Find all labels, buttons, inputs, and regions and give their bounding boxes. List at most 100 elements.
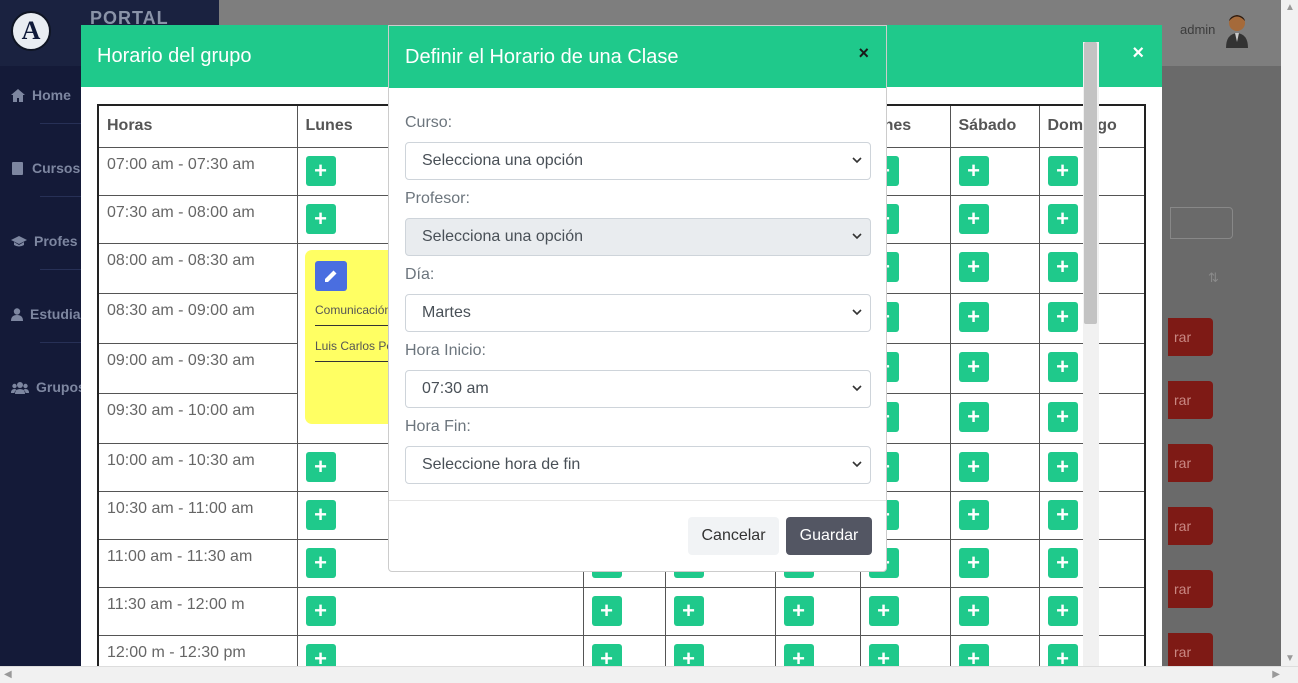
add-class-button[interactable]: + [958,351,989,382]
time-slot: 12:00 m - 12:30 pm [97,634,298,666]
add-class-button[interactable]: + [1047,595,1078,626]
add-class-button[interactable]: + [958,547,989,578]
add-class-button[interactable]: + [305,499,336,530]
add-class-button[interactable]: + [305,451,336,482]
profesor-select[interactable]: Selecciona una opción [405,218,871,256]
sidebar-item-cursos[interactable]: Cursos [11,160,80,176]
add-class-button[interactable]: + [958,155,989,186]
add-class-button[interactable]: + [1047,643,1078,666]
add-class-button[interactable]: + [958,643,989,666]
add-class-button[interactable]: + [958,301,989,332]
add-class-button[interactable]: + [1047,301,1078,332]
sidebar-item-home[interactable]: Home [11,87,71,103]
cell: + [949,490,1040,540]
add-class-button[interactable]: + [783,595,814,626]
dia-value: Martes [422,304,471,321]
chevron-down-icon [852,157,862,164]
add-class-button[interactable]: + [958,451,989,482]
close-icon[interactable]: × [858,43,869,64]
add-class-button[interactable]: + [305,547,336,578]
add-class-button[interactable]: + [958,595,989,626]
cell: + [949,586,1040,636]
add-class-button[interactable]: + [1047,351,1078,382]
delete-button[interactable]: rar [1168,381,1213,419]
curso-select[interactable]: Selecciona una opción [405,142,871,180]
add-class-button[interactable]: + [1047,547,1078,578]
add-class-button[interactable]: + [591,595,622,626]
add-class-button[interactable]: + [1047,401,1078,432]
chevron-down-icon [852,309,862,316]
schedule-modal-title: Horario del grupo [97,45,252,67]
sort-icon[interactable]: ⇅ [1208,270,1219,286]
chevron-down-icon [852,461,862,468]
add-class-button[interactable]: + [1047,155,1078,186]
add-class-button[interactable]: + [305,643,336,666]
hora-inicio-select[interactable]: 07:30 am [405,370,871,408]
sidebar-item-estudiantes[interactable]: Estudia [11,306,81,322]
cell: + [949,292,1040,344]
scroll-right-icon[interactable]: ▶ [1272,669,1280,680]
sidebar-item-grupos[interactable]: Grupos [11,379,86,395]
sidebar-item-label: Grupos [36,379,86,395]
page-scrollbar-vertical[interactable]: ▲ ▼ [1281,0,1298,666]
add-class-button[interactable]: + [958,499,989,530]
add-class-button[interactable]: + [591,643,622,666]
chevron-down-icon [852,385,862,392]
column-header: Sábado [949,104,1040,148]
curso-value: Selecciona una opción [422,152,584,169]
delete-button[interactable]: rar [1168,318,1213,356]
add-class-button[interactable]: + [1047,203,1078,234]
add-class-button[interactable]: + [1047,451,1078,482]
scroll-left-icon[interactable]: ◀ [4,669,12,680]
delete-button[interactable]: rar [1168,444,1213,482]
sidebar-item-label: Cursos [32,160,81,176]
sidebar-item-profesores[interactable]: Profes [11,233,78,249]
search-input[interactable] [1170,207,1233,239]
add-class-button[interactable]: + [958,401,989,432]
sidebar-item-label: Estudia [30,306,81,322]
page-scrollbar-horizontal[interactable]: ◀ ▶ [0,666,1298,683]
time-slot: 11:00 am - 11:30 am [97,538,298,588]
edit-class-button[interactable] [315,261,347,291]
hora-inicio-value: 07:30 am [422,380,489,397]
avatar[interactable] [1224,12,1250,48]
add-class-button[interactable]: + [305,155,336,186]
add-class-button[interactable]: + [958,251,989,282]
cell: + [949,146,1040,196]
add-class-button[interactable]: + [868,595,899,626]
hora-fin-select[interactable]: Seleccione hora de fin [405,446,871,484]
close-icon[interactable]: × [1132,42,1144,65]
add-class-button[interactable]: + [868,643,899,666]
dia-select[interactable]: Martes [405,294,871,332]
cell: + [774,586,861,636]
home-icon [11,88,25,102]
cell: + [296,634,584,666]
cell: + [664,586,776,636]
sidebar-item-label: Home [32,87,71,103]
delete-button[interactable]: rar [1168,507,1213,545]
time-slot: 08:00 am - 08:30 am [97,242,298,294]
add-class-button[interactable]: + [305,595,336,626]
brand-logo[interactable]: A [11,11,51,51]
add-class-button[interactable]: + [305,203,336,234]
add-class-button[interactable]: + [673,595,704,626]
add-class-button[interactable]: + [1047,499,1078,530]
user-icon [11,307,23,321]
curso-label: Curso: [405,114,453,131]
add-class-button[interactable]: + [673,643,704,666]
scroll-up-icon[interactable]: ▲ [1285,2,1295,13]
cancel-button[interactable]: Cancelar [688,517,779,555]
cell: + [949,392,1040,444]
save-button[interactable]: Guardar [786,517,872,555]
cell: + [949,538,1040,588]
cell: + [949,194,1040,244]
scroll-down-icon[interactable]: ▼ [1285,653,1295,664]
add-class-button[interactable]: + [958,203,989,234]
user-name[interactable]: admin [1180,22,1215,37]
book-icon [12,161,23,175]
add-class-button[interactable]: + [783,643,814,666]
cell: + [582,586,666,636]
add-class-button[interactable]: + [1047,251,1078,282]
delete-button[interactable]: rar [1168,570,1213,608]
modal-scrollbar-thumb[interactable] [1084,42,1097,324]
